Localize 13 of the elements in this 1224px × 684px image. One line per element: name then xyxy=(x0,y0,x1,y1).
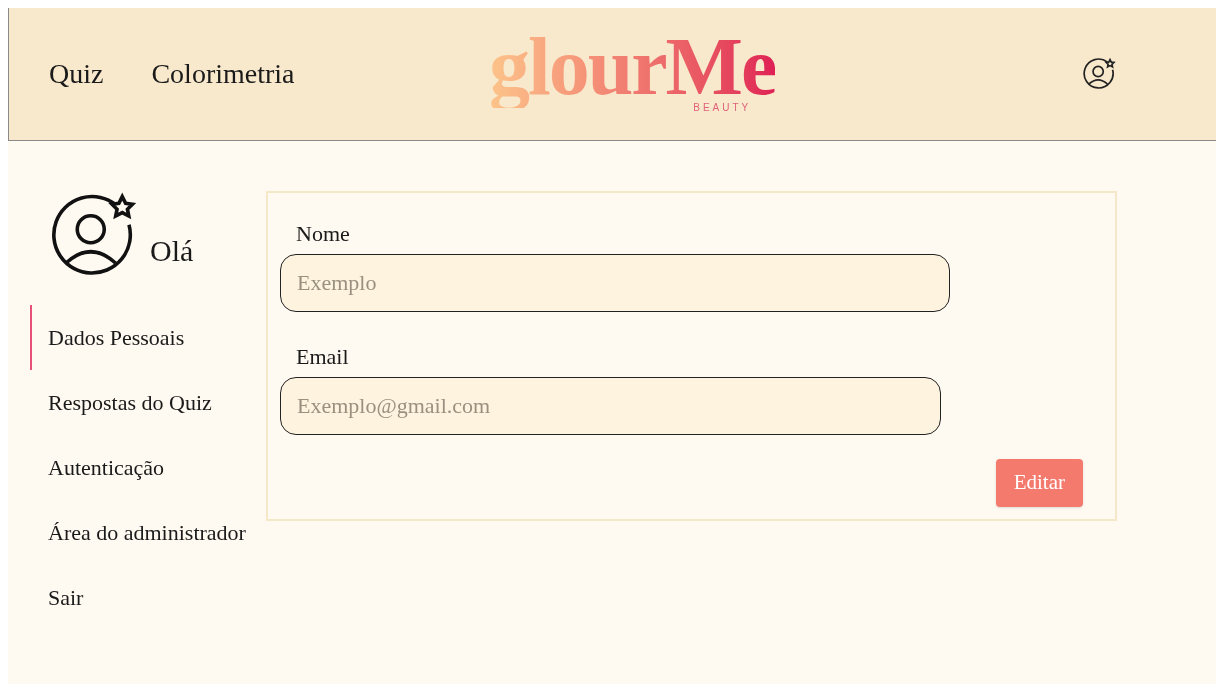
nav-link[interactable]: Colorimetria xyxy=(151,53,295,95)
sidebar-item[interactable]: Área do administrador xyxy=(30,500,266,565)
sidebar-item[interactable]: Sair xyxy=(30,565,266,630)
sidebar-item[interactable]: Dados Pessoais xyxy=(30,305,266,370)
greeting-text: Olá xyxy=(150,233,194,269)
field-label: Nome xyxy=(295,220,351,248)
input-field[interactable]: Exemplo@gmail.com xyxy=(280,377,941,435)
sidebar-item[interactable]: Respostas do Quiz xyxy=(30,370,266,435)
input-field[interactable]: Exemplo xyxy=(280,254,950,312)
nav-link[interactable]: Quiz xyxy=(49,53,104,95)
sidebar-item[interactable]: Autenticação xyxy=(30,435,266,500)
profile-icon[interactable] xyxy=(1082,57,1116,91)
field-label: Email xyxy=(295,343,350,371)
